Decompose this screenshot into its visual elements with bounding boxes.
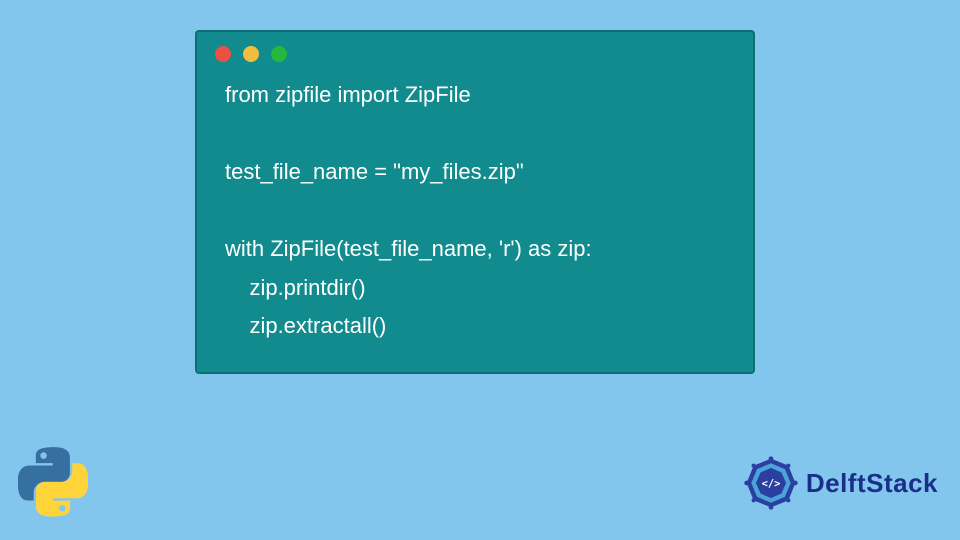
minimize-icon bbox=[243, 46, 259, 62]
maximize-icon bbox=[271, 46, 287, 62]
code-window: from zipfile import ZipFile test_file_na… bbox=[195, 30, 755, 374]
delftstack-badge-icon: </> bbox=[742, 454, 800, 512]
window-titlebar bbox=[197, 32, 753, 72]
code-content: from zipfile import ZipFile test_file_na… bbox=[197, 72, 753, 354]
close-icon bbox=[215, 46, 231, 62]
svg-text:</>: </> bbox=[761, 478, 780, 490]
python-logo-icon bbox=[18, 447, 88, 522]
delftstack-logo: </> DelftStack bbox=[742, 454, 938, 512]
brand-name: DelftStack bbox=[806, 468, 938, 499]
